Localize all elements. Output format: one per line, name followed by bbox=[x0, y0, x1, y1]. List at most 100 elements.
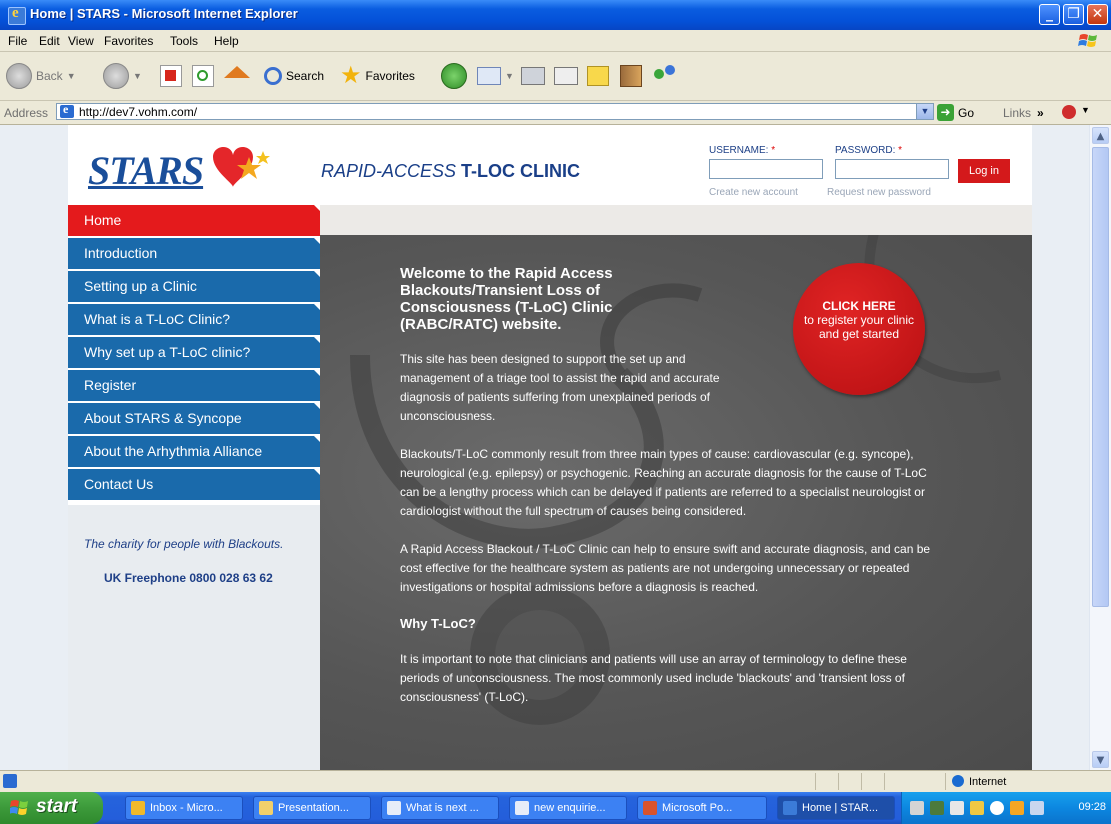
menu-favorites[interactable]: Favorites bbox=[104, 34, 153, 48]
powerpoint-icon bbox=[643, 801, 657, 815]
back-button[interactable]: Back ▼ bbox=[6, 62, 76, 90]
status-bar: Internet bbox=[0, 770, 1111, 793]
research-icon[interactable] bbox=[1062, 105, 1076, 119]
back-arrow-icon bbox=[6, 63, 32, 89]
address-input[interactable]: http://dev7.vohm.com/ ▼ bbox=[56, 102, 934, 120]
research-button[interactable] bbox=[620, 62, 642, 90]
go-label: Go bbox=[958, 105, 975, 120]
go-button[interactable]: ➜ Go bbox=[937, 104, 974, 121]
refresh-button[interactable] bbox=[192, 62, 214, 90]
create-account-link[interactable]: Create new account bbox=[709, 187, 798, 198]
nav-item-why-set-up[interactable]: Why set up a T-LoC clinic? bbox=[68, 337, 320, 368]
taskbar-button-folder[interactable]: Presentation... bbox=[253, 796, 371, 820]
nav-item-about-stars[interactable]: About STARS & Syncope bbox=[68, 403, 320, 434]
stop-icon bbox=[160, 65, 182, 87]
discuss-button[interactable] bbox=[587, 62, 609, 90]
register-cta-button[interactable]: CLICK HERE to register your clinic and g… bbox=[793, 263, 925, 395]
forward-arrow-icon bbox=[103, 63, 129, 89]
window-title-bar[interactable]: Home | STARS - Microsoft Internet Explor… bbox=[0, 0, 1111, 30]
taskbar-button-outlook[interactable]: Inbox - Micro... bbox=[125, 796, 243, 820]
menu-tools[interactable]: Tools bbox=[170, 34, 198, 48]
minimize-button[interactable]: _ bbox=[1039, 4, 1060, 25]
logo-text: STARS bbox=[88, 148, 204, 193]
request-password-link[interactable]: Request new password bbox=[827, 187, 931, 198]
stars-logo[interactable]: STARS bbox=[88, 146, 270, 194]
maximize-button[interactable]: ❐ bbox=[1063, 4, 1084, 25]
sidebar-info: The charity for people with Blackouts. U… bbox=[68, 505, 320, 770]
taskbar-clock[interactable]: 09:28 bbox=[1078, 801, 1106, 813]
search-button[interactable]: Search bbox=[264, 62, 324, 90]
tray-keyboard-icon[interactable] bbox=[930, 801, 944, 815]
password-input[interactable] bbox=[835, 159, 949, 179]
start-label: start bbox=[36, 796, 78, 817]
menu-help[interactable]: Help bbox=[214, 34, 239, 48]
nav-item-contact-us[interactable]: Contact Us bbox=[68, 469, 320, 500]
print-button[interactable] bbox=[521, 62, 545, 90]
taskbar: start Inbox - Micro... Presentation... W… bbox=[0, 792, 1111, 824]
login-button[interactable]: Log in bbox=[958, 159, 1010, 183]
nav-item-home[interactable]: Home bbox=[68, 205, 320, 236]
security-zone: Internet bbox=[952, 775, 1006, 788]
address-label: Address bbox=[4, 106, 49, 120]
links-toolbar[interactable]: Links » bbox=[1003, 106, 1044, 120]
messenger-button[interactable] bbox=[654, 62, 678, 90]
tray-outlook-icon[interactable] bbox=[1010, 801, 1024, 815]
edit-button[interactable] bbox=[554, 62, 578, 90]
tray-pen-icon[interactable] bbox=[910, 801, 924, 815]
home-icon bbox=[224, 66, 250, 78]
nav-item-register[interactable]: Register bbox=[68, 370, 320, 401]
favorites-label: Favorites bbox=[365, 69, 415, 83]
page-icon bbox=[60, 102, 74, 118]
web-page: STARS RAPID-ACCESS T-LOC CLINIC USERNAME… bbox=[68, 125, 1032, 770]
favorites-button[interactable]: ★ Favorites bbox=[340, 62, 415, 90]
status-divider bbox=[884, 773, 885, 790]
menu-view[interactable]: View bbox=[68, 34, 94, 48]
taskbar-button-ie[interactable]: Home | STAR... bbox=[777, 796, 895, 820]
forward-button[interactable]: ▼ bbox=[103, 62, 142, 90]
menu-edit[interactable]: Edit bbox=[39, 34, 60, 48]
chevron-down-icon: ▼ bbox=[505, 71, 514, 81]
word-document-icon bbox=[515, 801, 529, 815]
taskbar-button-word-2[interactable]: new enquirie... bbox=[509, 796, 627, 820]
outlook-icon bbox=[131, 801, 145, 815]
status-divider bbox=[861, 773, 862, 790]
chevron-down-icon[interactable]: ▼ bbox=[1081, 105, 1090, 115]
folder-icon bbox=[259, 801, 273, 815]
charity-slogan: The charity for people with Blackouts. bbox=[84, 537, 284, 551]
scroll-down-icon[interactable]: ▼ bbox=[1092, 751, 1109, 768]
nav-item-what-is-tloc-clinic[interactable]: What is a T-LoC Clinic? bbox=[68, 304, 320, 335]
history-icon bbox=[441, 63, 467, 89]
close-button[interactable]: ✕ bbox=[1087, 4, 1108, 25]
chevron-down-icon[interactable]: ▼ bbox=[916, 104, 933, 119]
tray-tool-icon[interactable] bbox=[950, 801, 964, 815]
history-button[interactable] bbox=[441, 62, 467, 90]
stop-button[interactable] bbox=[160, 62, 182, 90]
vertical-scrollbar[interactable]: ▲ ▼ bbox=[1089, 125, 1111, 770]
standard-toolbar: Back ▼ ▼ Search ★ Favorites ▼ bbox=[0, 52, 1111, 101]
cta-subtitle: to register your clinic and get started bbox=[803, 313, 915, 341]
home-button[interactable] bbox=[224, 62, 250, 90]
taskbar-button-word-1[interactable]: What is next ... bbox=[381, 796, 499, 820]
status-divider bbox=[815, 773, 816, 790]
windows-flag-icon bbox=[10, 800, 28, 815]
intro-paragraph: This site has been designed to support t… bbox=[400, 352, 720, 423]
search-icon bbox=[264, 67, 282, 85]
why-tloc-heading: Why T-LoC? bbox=[400, 616, 476, 631]
tray-arrow-icon[interactable] bbox=[990, 801, 1004, 815]
start-button[interactable]: start bbox=[0, 792, 103, 824]
refresh-icon bbox=[192, 65, 214, 87]
nav-item-introduction[interactable]: Introduction bbox=[68, 238, 320, 269]
menu-file[interactable]: File bbox=[8, 34, 27, 48]
taskbar-button-powerpoint[interactable]: Microsoft Po... bbox=[637, 796, 767, 820]
tray-network-icon[interactable] bbox=[970, 801, 984, 815]
nav-item-setting-up-clinic[interactable]: Setting up a Clinic bbox=[68, 271, 320, 302]
scroll-thumb[interactable] bbox=[1092, 147, 1109, 607]
mail-button[interactable]: ▼ bbox=[477, 62, 514, 90]
browser-viewport: STARS RAPID-ACCESS T-LOC CLINIC USERNAME… bbox=[0, 125, 1089, 770]
nav-item-arrhythmia-alliance[interactable]: About the Arhythmia Alliance bbox=[68, 436, 320, 467]
username-input[interactable] bbox=[709, 159, 823, 179]
status-divider bbox=[838, 773, 839, 790]
globe-icon bbox=[952, 775, 964, 787]
scroll-up-icon[interactable]: ▲ bbox=[1092, 127, 1109, 144]
tray-speaker-icon[interactable] bbox=[1030, 801, 1044, 815]
